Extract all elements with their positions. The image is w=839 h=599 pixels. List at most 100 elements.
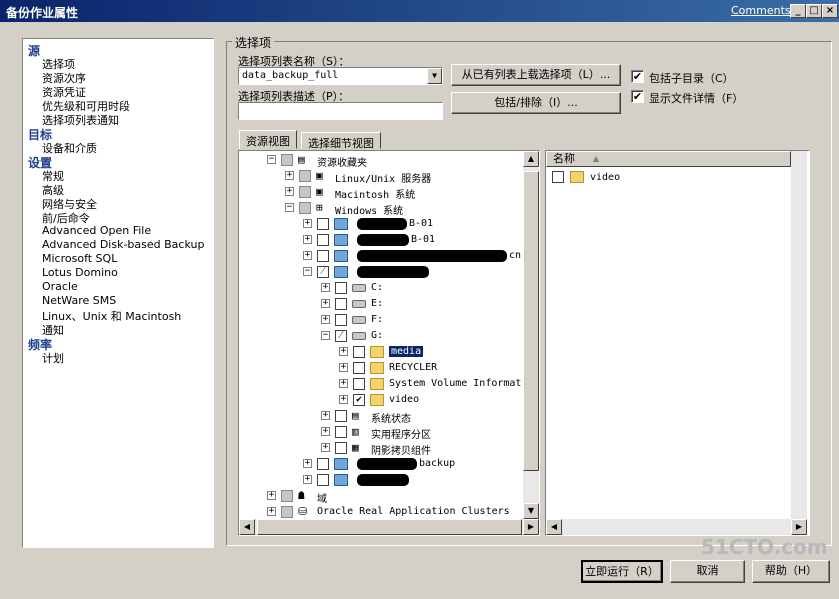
tree-node[interactable]: + ☗ 域 — [239, 488, 529, 505]
nav-item[interactable]: Microsoft SQL — [42, 252, 117, 265]
expand-icon[interactable]: + — [339, 363, 348, 372]
tree-node-checkbox[interactable] — [299, 202, 311, 214]
scroll-left-icon[interactable]: ◀ — [546, 519, 562, 535]
tree-node-checkbox[interactable] — [317, 458, 329, 470]
scroll-thumb[interactable] — [257, 519, 522, 535]
tree-node[interactable]: − ⁄ — [239, 264, 529, 280]
tree-node[interactable]: + F: — [239, 312, 529, 328]
tree-node-checkbox[interactable] — [335, 410, 347, 422]
cancel-button[interactable]: 取消 — [670, 560, 745, 583]
tree-node-checkbox[interactable]: ✔ — [353, 394, 365, 406]
nav-item[interactable]: Advanced Disk-based Backup — [42, 238, 204, 251]
tree-node-checkbox[interactable] — [317, 250, 329, 262]
tree-node[interactable]: + media — [239, 344, 529, 360]
load-from-list-button[interactable]: 从已有列表上载选择项（L）... — [451, 64, 621, 86]
tree-node[interactable]: + E: — [239, 296, 529, 312]
details-item[interactable]: video — [552, 170, 752, 186]
scroll-thumb[interactable] — [523, 171, 539, 471]
tab-selection-details[interactable]: 选择细节视图 — [301, 132, 381, 150]
expand-icon[interactable]: + — [303, 459, 312, 468]
tree-node[interactable]: + cn — [239, 248, 529, 264]
tree-node[interactable]: + RECYCLER — [239, 360, 529, 376]
tree-node-checkbox[interactable] — [299, 186, 311, 198]
show-file-details-checkbox[interactable]: ✔ — [631, 90, 644, 103]
maximize-button[interactable]: □ — [806, 4, 822, 18]
tree-node[interactable]: + ▥ 实用程序分区 — [239, 424, 529, 441]
tree-node[interactable]: + B-01 — [239, 216, 529, 232]
tree-node[interactable]: + ⛁ Oracle Real Application Clusters — [239, 504, 529, 520]
tree-node[interactable]: + ✔ video — [239, 392, 529, 408]
tab-resource-view[interactable]: 资源视图 — [239, 130, 297, 149]
nav-item[interactable]: 选择项列表通知 — [42, 112, 119, 128]
details-vscroll[interactable] — [791, 151, 807, 519]
minimize-button[interactable]: _ — [790, 4, 806, 18]
tree-vscroll[interactable]: ▲ ▼ — [523, 151, 539, 519]
run-now-button[interactable]: 立即运行（R） — [581, 560, 663, 583]
expand-icon[interactable]: + — [267, 491, 276, 500]
help-button[interactable]: 帮助（H） — [752, 560, 830, 583]
close-button[interactable]: × — [822, 4, 838, 18]
tree-node[interactable]: + ▦ 阴影拷贝组件 — [239, 440, 529, 457]
expand-icon[interactable]: + — [339, 379, 348, 388]
details-column-header[interactable]: 名称 ▲ — [546, 151, 791, 167]
list-name-combo[interactable]: data_backup_full ▼ — [238, 67, 443, 85]
tree-node-checkbox[interactable] — [317, 234, 329, 246]
tree-node-checkbox[interactable] — [281, 154, 293, 166]
scroll-right-icon[interactable]: ▶ — [791, 519, 807, 535]
nav-item[interactable]: NetWare SMS — [42, 294, 116, 307]
expand-icon[interactable]: + — [321, 411, 330, 420]
expand-icon[interactable]: + — [285, 187, 294, 196]
expand-icon[interactable]: + — [303, 219, 312, 228]
chevron-down-icon[interactable]: ▼ — [427, 68, 442, 84]
tree-node[interactable]: + System Volume Informat — [239, 376, 529, 392]
tree-node-checkbox[interactable] — [317, 474, 329, 486]
expand-icon[interactable]: + — [303, 475, 312, 484]
tree-node-checkbox[interactable] — [317, 218, 329, 230]
tree-node-checkbox[interactable] — [281, 490, 293, 502]
tree-node[interactable]: − ⊞ Windows 系统 — [239, 200, 529, 217]
scroll-down-icon[interactable]: ▼ — [523, 503, 539, 519]
expand-icon[interactable]: + — [321, 283, 330, 292]
scroll-right-icon[interactable]: ▶ — [523, 519, 539, 535]
expand-icon[interactable]: + — [303, 251, 312, 260]
nav-item[interactable]: Advanced Open File — [42, 224, 151, 237]
expand-icon[interactable]: + — [321, 299, 330, 308]
tree-node-checkbox[interactable] — [353, 362, 365, 374]
tree-node-checkbox[interactable] — [281, 506, 293, 518]
tree-node-checkbox[interactable]: ⁄ — [317, 266, 329, 278]
expand-icon[interactable]: + — [339, 347, 348, 356]
comments-link[interactable]: Comments? — [731, 4, 796, 17]
tree-node-checkbox[interactable] — [335, 426, 347, 438]
collapse-icon[interactable]: − — [321, 331, 330, 340]
tree-node-checkbox[interactable] — [335, 282, 347, 294]
tree-node-checkbox[interactable] — [335, 314, 347, 326]
collapse-icon[interactable]: − — [303, 267, 312, 276]
tree-node[interactable]: − ▤ 资源收藏夹 — [239, 152, 529, 169]
expand-icon[interactable]: + — [339, 395, 348, 404]
tree-node[interactable]: + B-01 — [239, 232, 529, 248]
tree-node[interactable]: + backup — [239, 456, 529, 472]
details-hscroll[interactable]: ◀ ▶ — [546, 519, 807, 535]
tree-node-checkbox[interactable]: ⁄ — [335, 330, 347, 342]
scroll-left-icon[interactable]: ◀ — [239, 519, 255, 535]
expand-icon[interactable]: + — [321, 427, 330, 436]
include-exclude-button[interactable]: 包括/排除（I）... — [451, 92, 621, 114]
include-subdirs-checkbox[interactable]: ✔ — [631, 70, 644, 83]
tree-node[interactable]: + C: — [239, 280, 529, 296]
expand-icon[interactable]: + — [321, 315, 330, 324]
expand-icon[interactable]: + — [267, 507, 276, 516]
nav-item[interactable]: Lotus Domino — [42, 266, 118, 279]
expand-icon[interactable]: + — [303, 235, 312, 244]
tree-node-checkbox[interactable] — [335, 298, 347, 310]
list-desc-input[interactable] — [238, 102, 443, 120]
details-item-checkbox[interactable] — [552, 171, 564, 183]
collapse-icon[interactable]: − — [267, 155, 276, 164]
tree-node[interactable]: + ▤ 系统状态 — [239, 408, 529, 425]
tree-node-checkbox[interactable] — [335, 442, 347, 454]
tree-node-checkbox[interactable] — [353, 346, 365, 358]
collapse-icon[interactable]: − — [285, 203, 294, 212]
nav-item[interactable]: 计划 — [42, 350, 64, 366]
expand-icon[interactable]: + — [321, 443, 330, 452]
tree-node-checkbox[interactable] — [353, 378, 365, 390]
tree-node[interactable]: + ▣ Macintosh 系统 — [239, 184, 529, 201]
